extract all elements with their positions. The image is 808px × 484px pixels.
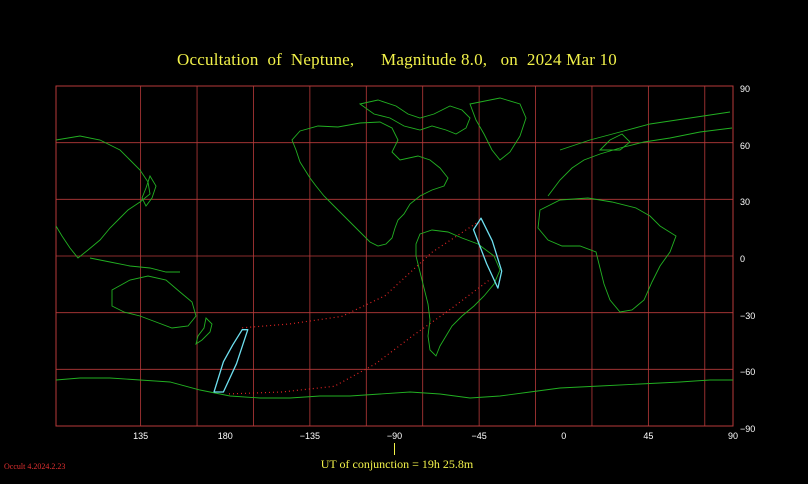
latitude-tick-label: −60 — [740, 367, 756, 378]
coast-australia — [111, 275, 197, 329]
longitude-tick-label: 90 — [727, 431, 739, 441]
dotted-shadow-path — [242, 219, 482, 329]
visibility-curve — [213, 329, 249, 393]
graticule — [56, 86, 733, 426]
dotted-shadow-path — [228, 280, 489, 395]
coast-arctic-islands — [358, 99, 471, 135]
coast-north-america — [291, 121, 449, 247]
coast-indonesia — [89, 257, 180, 273]
conjunction-label: UT of conjunction = 19h 25.8m — [320, 457, 474, 471]
longitude-tick-label: −135 — [299, 431, 321, 441]
coast-africa — [537, 197, 677, 313]
longitude-tick-label: 135 — [133, 431, 149, 441]
latitude-tick-label: 0 — [740, 254, 746, 264]
world-map — [55, 85, 734, 427]
latitude-tick-label: 90 — [740, 84, 751, 94]
software-version: Occult 4.2024.2.23 — [4, 462, 66, 471]
longitude-tick-label: −90 — [386, 431, 403, 441]
latitude-tick-label: 30 — [740, 197, 751, 208]
coast-east-asia — [55, 135, 151, 259]
longitude-tick-label: 180 — [217, 431, 233, 441]
latitude-tick-label: 60 — [740, 140, 751, 151]
longitude-tick-label: 0 — [561, 431, 567, 441]
coast-antarctica — [55, 377, 733, 399]
latitude-tick-label: −30 — [740, 310, 756, 321]
coast-japan — [141, 174, 157, 207]
coast-south-america — [415, 229, 501, 357]
longitude-tick-label: 45 — [643, 431, 654, 441]
visibility-curve — [472, 217, 503, 289]
occultation-paths — [213, 217, 503, 395]
longitude-tick-label: −45 — [471, 431, 487, 441]
latitude-tick-label: −90 — [740, 424, 756, 434]
coast-greenland — [469, 97, 527, 161]
conjunction-tick — [394, 443, 395, 455]
coast-new-zealand — [195, 317, 213, 346]
